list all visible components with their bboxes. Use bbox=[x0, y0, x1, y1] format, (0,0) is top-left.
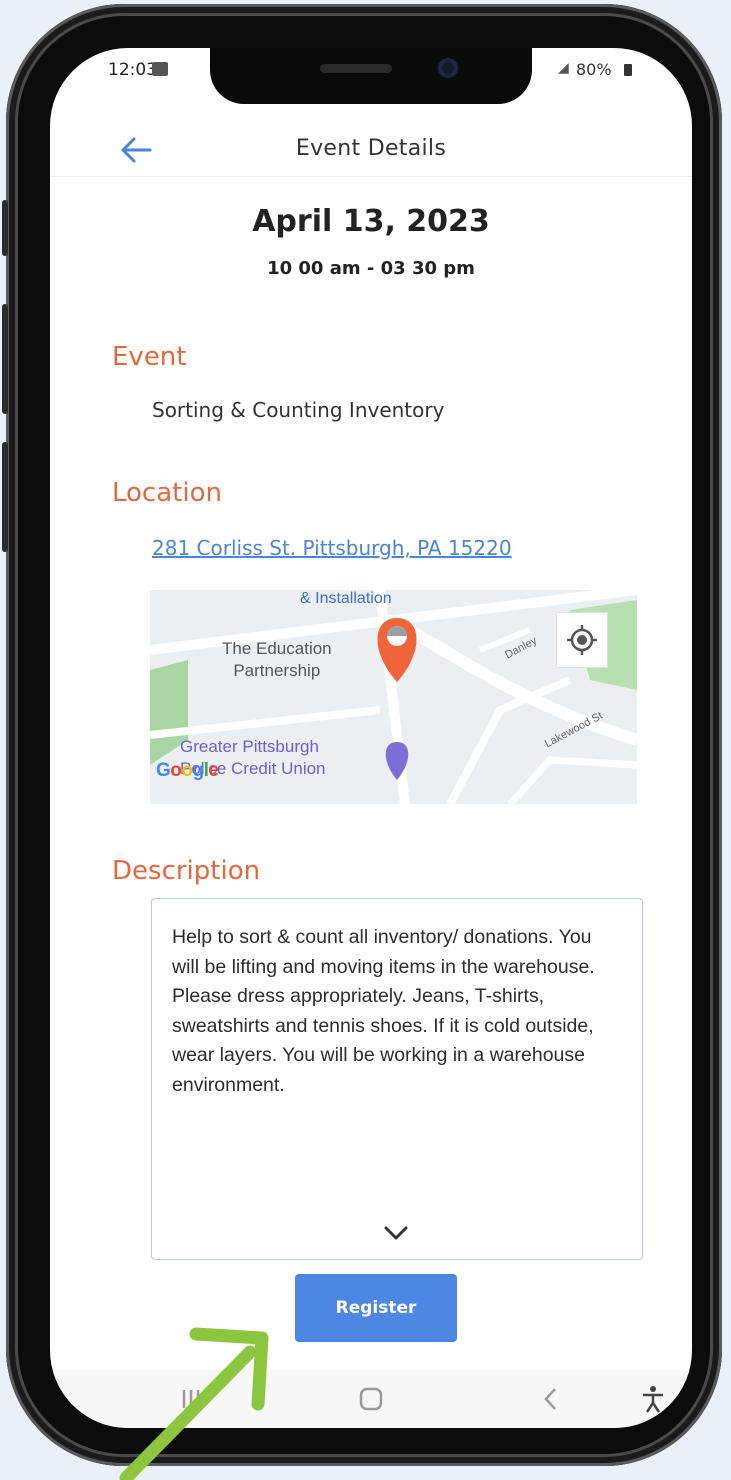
back-nav-icon[interactable] bbox=[536, 1384, 566, 1414]
location-map[interactable]: & Installation The Education Partnership… bbox=[150, 590, 637, 804]
event-name: Sorting & Counting Inventory bbox=[152, 398, 445, 422]
signal-icon: ◢ bbox=[558, 60, 569, 76]
page-title: Event Details bbox=[295, 136, 447, 161]
side-button-mute bbox=[2, 200, 8, 256]
image-notification-icon bbox=[152, 62, 168, 76]
side-button-volume-down bbox=[2, 442, 8, 552]
map-label-top: & Installation bbox=[300, 590, 392, 607]
description-heading: Description bbox=[112, 856, 261, 886]
address-link[interactable]: 281 Corliss St. Pittsburgh, PA 15220 bbox=[152, 536, 512, 560]
crosshair-icon bbox=[567, 625, 597, 655]
description-text: Help to sort & count all inventory/ dona… bbox=[172, 926, 595, 1096]
event-time: 10 00 am - 03 30 pm bbox=[267, 258, 475, 279]
app-header: Event Details bbox=[50, 126, 692, 177]
register-button[interactable]: Register bbox=[295, 1274, 457, 1342]
event-date: April 13, 2023 bbox=[252, 204, 490, 239]
map-locate-button[interactable] bbox=[556, 612, 608, 668]
speaker bbox=[320, 64, 392, 73]
status-time: 12:03 bbox=[108, 60, 157, 80]
phone-frame: 12:03 ◢ 80% Event Details April 13, 2023… bbox=[2, 4, 722, 1466]
home-icon[interactable] bbox=[356, 1384, 386, 1414]
chevron-down-icon[interactable] bbox=[378, 1221, 414, 1245]
notch bbox=[210, 48, 532, 104]
event-heading: Event bbox=[112, 342, 187, 372]
side-button-volume-up bbox=[2, 304, 8, 414]
annotation-arrow-icon bbox=[119, 1327, 269, 1480]
battery-icon bbox=[624, 64, 632, 76]
phone-screen: 12:03 ◢ 80% Event Details April 13, 2023… bbox=[50, 48, 692, 1428]
map-poi-education-partnership: The Education Partnership bbox=[222, 639, 332, 680]
battery-level: 80% bbox=[576, 60, 612, 79]
description-box[interactable]: Help to sort & count all inventory/ dona… bbox=[151, 898, 643, 1260]
location-heading: Location bbox=[112, 478, 222, 508]
accessibility-icon[interactable] bbox=[638, 1384, 668, 1414]
google-logo: Google bbox=[156, 760, 219, 781]
camera-icon bbox=[438, 58, 458, 78]
